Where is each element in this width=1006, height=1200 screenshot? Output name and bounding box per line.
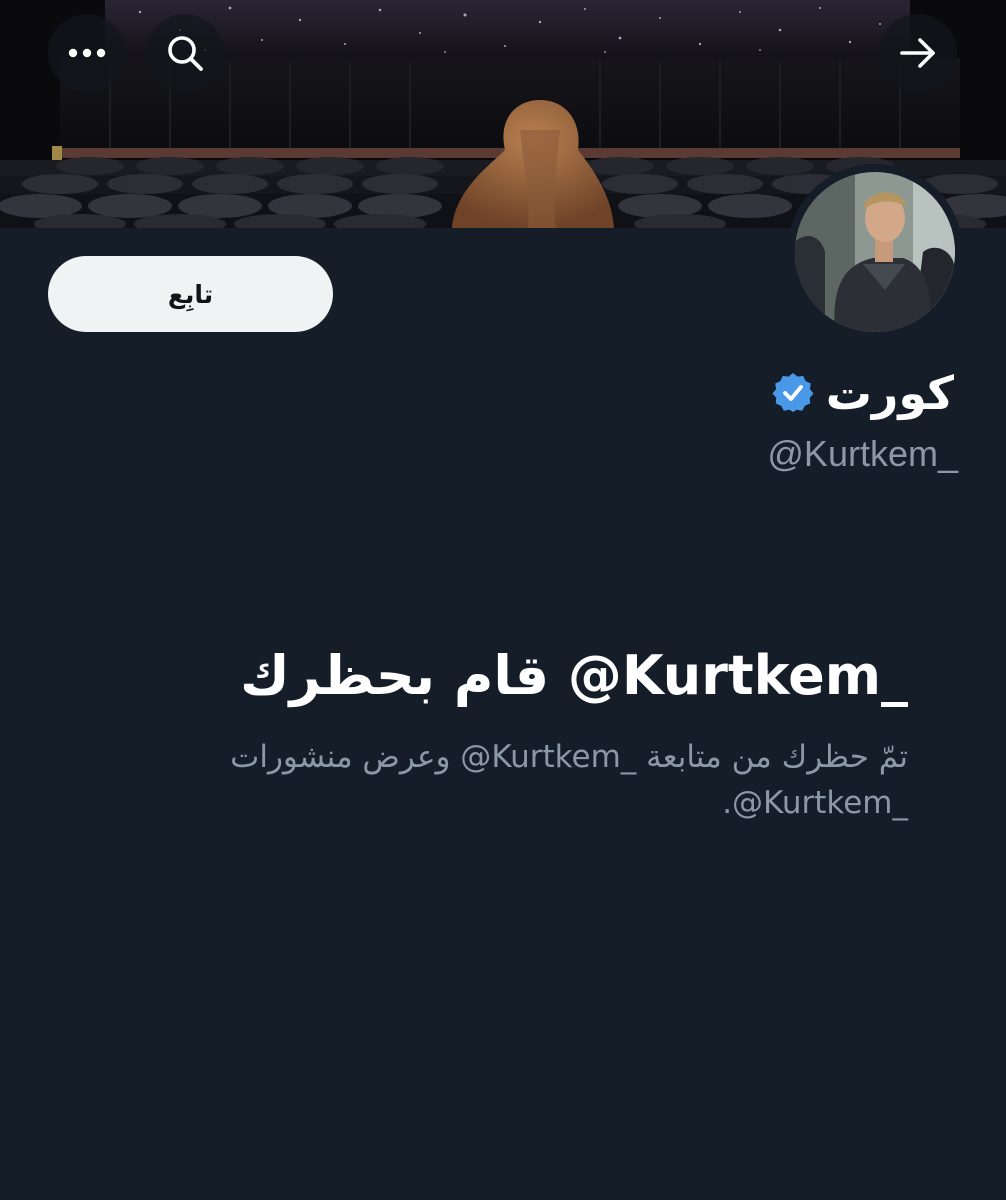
back-button[interactable] (879, 14, 957, 92)
more-button[interactable] (48, 14, 126, 92)
avatar-image (795, 172, 955, 332)
arrow-right-icon (900, 38, 935, 68)
search-button[interactable] (146, 14, 224, 92)
profile-avatar[interactable] (787, 164, 963, 340)
profile-handle: @Kurtkem_ (767, 433, 958, 474)
blocked-title: _Kurtkem@ قام بحظرك (240, 644, 908, 707)
profile-page: تابِع كورت @Kurtkem_ _Kurtkem@ قام بحظرك… (0, 0, 1006, 1200)
name-row: كورت (772, 360, 954, 426)
display-name: كورت (825, 366, 954, 420)
search-icon (168, 36, 203, 71)
follow-button[interactable]: تابِع (48, 256, 333, 332)
verified-badge-icon (772, 372, 814, 413)
blocked-description: تمّ حظرك من متابعة _Kurtkem@ وعرض منشورا… (230, 739, 908, 821)
more-dots-icon (68, 48, 106, 58)
